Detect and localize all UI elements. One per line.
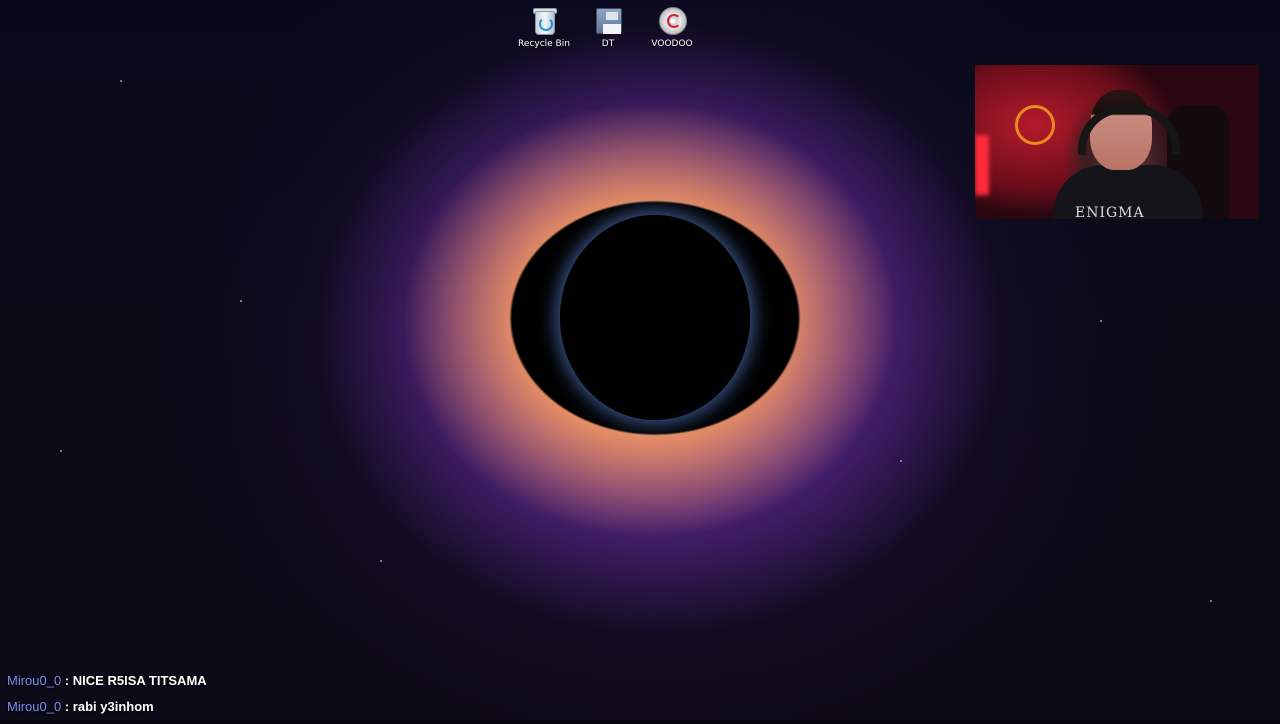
wallpaper-star	[1210, 600, 1212, 602]
desktop-icon-dt[interactable]: DT	[576, 5, 640, 49]
chat-text: rabi y3inhom	[72, 699, 154, 714]
desktop-icon-label: VOODOO	[651, 39, 693, 49]
desktop-icon-label: Recycle Bin	[518, 39, 570, 49]
wallpaper-star	[120, 80, 122, 82]
chat-username: Mirou0_0	[7, 699, 62, 714]
webcam-shirt-text: ENIGMA	[1075, 205, 1145, 219]
disc-icon	[657, 5, 687, 35]
desktop-icon-recycle-bin[interactable]: Recycle Bin	[512, 5, 576, 49]
chat-message: Mirou0_0 : rabi y3inhom	[7, 698, 607, 724]
desktop-icon-voodoo[interactable]: VOODOO	[640, 5, 704, 49]
chat-text: NICE R5ISA TITSAMA	[72, 673, 207, 688]
webcam-overlay: ENIGMA	[975, 65, 1259, 219]
floppy-disk-icon	[593, 5, 623, 35]
chat-username: Mirou0_0	[7, 673, 62, 688]
desktop-icon-label: DT	[601, 39, 615, 49]
wallpaper-star	[60, 450, 62, 452]
wallpaper-star	[380, 560, 382, 562]
recycle-bin-icon	[529, 5, 559, 35]
chat-separator: :	[64, 699, 70, 714]
webcam-wall-symbol	[1015, 105, 1055, 145]
chat-message: Mirou0_0 : NICE R5ISA TITSAMA	[7, 672, 607, 698]
stream-chat-overlay: Mirou0_0 : NICE R5ISA TITSAMA Mirou0_0 :…	[7, 672, 607, 724]
wallpaper-star	[900, 460, 902, 462]
chat-separator: :	[64, 673, 70, 688]
wallpaper-star	[1100, 320, 1102, 322]
webcam-red-light	[975, 135, 989, 195]
wallpaper-black-hole	[560, 215, 750, 420]
wallpaper-star	[240, 300, 242, 302]
